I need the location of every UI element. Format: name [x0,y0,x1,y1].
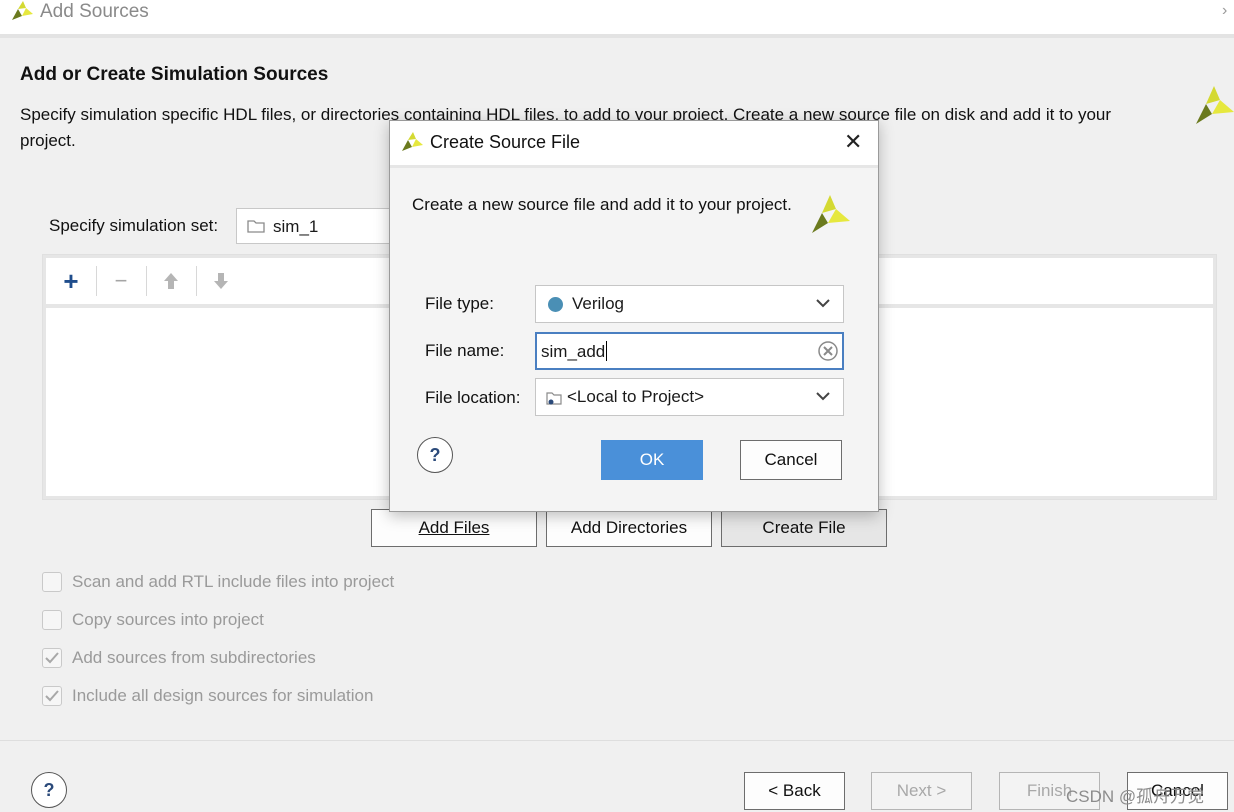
arrow-down-icon[interactable] [206,266,236,296]
checkbox[interactable] [42,610,62,630]
toolbar-divider [196,266,197,296]
file-name-label: File name: [425,341,505,360]
arrow-up-icon[interactable] [156,266,186,296]
clear-icon[interactable] [818,341,838,366]
file-location-value: <Local to Project> [567,387,705,406]
create-file-label: Create File [762,518,846,537]
window-title: Add Sources [40,1,149,22]
simset-value: sim_1 [273,217,319,236]
ok-button[interactable]: OK [601,440,703,480]
option-label: Copy sources into project [72,610,264,629]
dialog-cancel-label: Cancel [764,450,818,469]
next-label: Next > [896,781,947,800]
xilinx-logo-icon [10,0,34,27]
file-name-input[interactable]: sim_add [535,332,844,370]
create-source-file-dialog: Create Source File ✕ Create a new source… [389,120,879,512]
checkmark-icon [45,652,59,664]
text-caret [606,341,608,361]
chevron-down-icon [815,294,831,317]
file-name-value: sim_add [541,341,608,362]
file-type-dropdown[interactable]: Verilog [535,285,844,323]
dialog-title: Create Source File [430,132,581,152]
file-location-label: File location: [425,388,521,407]
option-label: Include all design sources for simulatio… [72,686,374,705]
simset-dropdown[interactable]: sim_1 [236,208,396,244]
toolbar-divider [96,266,97,296]
footer-divider [0,740,1234,741]
ok-label: OK [639,450,665,469]
simset-label: Specify simulation set: [49,216,219,235]
help-button[interactable]: ? [31,772,67,808]
title-divider [0,34,1234,38]
next-button[interactable]: Next > [871,772,972,810]
xilinx-logo-icon [1194,82,1234,131]
option-scan-rtl[interactable]: Scan and add RTL include files into proj… [42,570,394,594]
option-copy-sources[interactable]: Copy sources into project [42,608,264,632]
chevron-right-icon[interactable]: › [1222,2,1227,20]
checkbox-checked[interactable] [42,648,62,668]
file-type-value: Verilog [572,294,624,313]
add-files-label: Add Files [418,518,490,537]
dialog-cancel-button[interactable]: Cancel [740,440,842,480]
add-directories-label: Add Directories [570,518,688,537]
checkmark-icon [45,690,59,702]
option-label: Scan and add RTL include files into proj… [72,572,395,591]
plus-icon[interactable]: + [56,266,86,296]
file-type-label: File type: [425,294,494,313]
toolbar-divider [146,266,147,296]
dialog-titlebar: Create Source File ✕ [390,121,878,168]
checkbox[interactable] [42,572,62,592]
verilog-dot-icon [548,297,563,312]
file-name-text: sim_add [541,342,606,361]
page-heading: Add or Create Simulation Sources [20,64,329,85]
chevron-down-icon [815,387,831,410]
minus-icon[interactable]: − [106,266,136,296]
xilinx-logo-icon [400,131,424,158]
dialog-help-button[interactable]: ? [417,437,453,473]
add-directories-button[interactable]: Add Directories [546,509,712,547]
back-label: < Back [768,781,821,800]
close-icon[interactable]: ✕ [844,129,862,155]
window-titlebar: Add Sources › [0,0,1234,34]
checkbox-checked[interactable] [42,686,62,706]
option-include-design-sources[interactable]: Include all design sources for simulatio… [42,684,373,708]
folder-icon [247,218,265,239]
create-file-button[interactable]: Create File [721,509,887,547]
watermark: CSDN @孤舟万觉 [1066,787,1205,806]
back-button[interactable]: < Back [744,772,845,810]
add-files-button[interactable]: Add Files [371,509,537,547]
option-label: Add sources from subdirectories [72,648,316,667]
folder-icon [546,390,562,411]
option-add-subdirectories[interactable]: Add sources from subdirectories [42,646,316,670]
dialog-description: Create a new source file and add it to y… [412,195,792,214]
file-location-dropdown[interactable]: <Local to Project> [535,378,844,416]
xilinx-logo-icon [808,191,852,240]
